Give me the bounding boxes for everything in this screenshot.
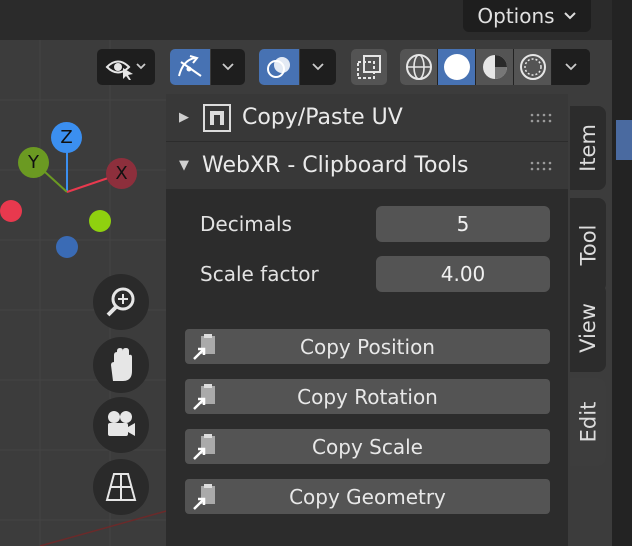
y-axis-handle[interactable]: Y: [18, 147, 49, 178]
xray-icon: [357, 55, 381, 79]
hand-icon: [111, 348, 132, 381]
overlays-dropdown[interactable]: [300, 49, 336, 85]
material-sphere-icon: [482, 55, 507, 79]
edge-accent: [616, 120, 632, 160]
overlays-toggle-button[interactable]: [259, 49, 299, 85]
copy-geometry-label: Copy Geometry: [289, 484, 446, 509]
zoom-button[interactable]: [93, 274, 149, 330]
copy-to-clipboard-icon: [193, 434, 215, 460]
navigation-gizmo[interactable]: Z Y X: [0, 110, 150, 270]
tab-tool[interactable]: Tool: [570, 198, 606, 292]
clipboard-tools-title: WebXR - Clipboard Tools: [202, 153, 469, 178]
copy-position-label: Copy Position: [300, 334, 435, 359]
x-axis-label: X: [115, 163, 128, 184]
chevron-down-icon: [222, 63, 234, 71]
tab-item-label: Item: [576, 124, 600, 172]
visibility-dropdown[interactable]: [97, 49, 155, 85]
solid-sphere-icon: [443, 54, 470, 80]
sidebar-edge: [612, 0, 632, 546]
copy-position-button[interactable]: Copy Position: [185, 329, 550, 364]
gizmo-toggle-button[interactable]: [170, 49, 210, 85]
copy-rotation-button[interactable]: Copy Rotation: [185, 379, 550, 414]
copy-to-clipboard-icon: [193, 484, 215, 510]
copy-rotation-label: Copy Rotation: [297, 384, 438, 409]
tab-tool-label: Tool: [576, 224, 601, 266]
decimals-field[interactable]: 5: [376, 206, 550, 242]
copy-paste-uv-header[interactable]: ▶ Copy/Paste UV: [166, 94, 568, 141]
chevron-down-icon: [565, 63, 577, 71]
expanded-arrow-icon: ▼: [179, 158, 189, 173]
neg-y-axis-handle[interactable]: [89, 210, 111, 232]
eye-selectable-icon: [105, 60, 133, 80]
options-label: Options: [477, 4, 555, 28]
gizmo-dropdown[interactable]: [211, 49, 245, 85]
solid-shading-button[interactable]: [438, 49, 476, 85]
z-axis-handle[interactable]: Z: [51, 122, 82, 153]
zoom-in-icon: [106, 287, 135, 317]
grid-perspective-icon: [105, 473, 137, 501]
wireframe-shading-button[interactable]: [400, 49, 438, 85]
gizmo-icon: [178, 55, 202, 77]
scale-factor-field[interactable]: 4.00: [376, 256, 550, 292]
copy-geometry-button[interactable]: Copy Geometry: [185, 479, 550, 514]
z-axis-label: Z: [60, 127, 73, 148]
uv-icon: [203, 103, 231, 132]
drag-grip-icon[interactable]: [530, 113, 552, 123]
sidebar-tabs: Item Tool View Edit: [568, 94, 612, 546]
clipboard-tools-header[interactable]: ▼ WebXR - Clipboard Tools: [166, 142, 568, 189]
wireframe-sphere-icon: [405, 54, 432, 80]
xray-toggle-button[interactable]: [351, 49, 387, 85]
sidebar-panel: ▶ Copy/Paste UV ▼ WebXR - Clipboard Tool…: [166, 94, 568, 546]
decimals-label: Decimals: [200, 212, 292, 236]
neg-x-axis-handle[interactable]: [0, 200, 22, 222]
options-dropdown[interactable]: Options: [463, 0, 591, 32]
decimals-value: 5: [456, 212, 470, 236]
copy-scale-label: Copy Scale: [312, 434, 423, 459]
pan-button[interactable]: [93, 337, 149, 393]
chevron-down-icon: [136, 63, 146, 70]
tab-edit-label: Edit: [576, 401, 601, 443]
scale-factor-label: Scale factor: [200, 262, 319, 286]
neg-z-axis-handle[interactable]: [56, 236, 78, 258]
rendered-shading-button[interactable]: [514, 49, 552, 85]
collapsed-arrow-icon: ▶: [179, 110, 189, 125]
shading-mode-group: [400, 49, 590, 85]
material-shading-button[interactable]: [476, 49, 514, 85]
rendered-sphere-icon: [519, 54, 546, 80]
tab-edit[interactable]: Edit: [570, 378, 606, 466]
drag-grip-icon[interactable]: [530, 161, 552, 171]
tab-item[interactable]: Item: [570, 106, 606, 190]
copy-to-clipboard-icon: [193, 334, 215, 360]
copy-scale-button[interactable]: Copy Scale: [185, 429, 550, 464]
chevron-down-icon: [563, 12, 576, 20]
camera-view-button[interactable]: [93, 397, 149, 453]
tab-view-label: View: [576, 303, 600, 353]
x-axis-handle[interactable]: X: [106, 158, 137, 189]
scale-factor-value: 4.00: [440, 262, 486, 286]
overlays-icon: [267, 57, 290, 78]
shading-dropdown[interactable]: [552, 49, 590, 85]
ortho-toggle-button[interactable]: [93, 459, 149, 515]
copy-paste-uv-title: Copy/Paste UV: [242, 105, 403, 130]
chevron-down-icon: [312, 63, 324, 71]
copy-to-clipboard-icon: [193, 384, 215, 410]
camera-icon: [108, 411, 135, 436]
tab-view[interactable]: View: [570, 284, 606, 372]
y-axis-label: Y: [28, 152, 39, 173]
